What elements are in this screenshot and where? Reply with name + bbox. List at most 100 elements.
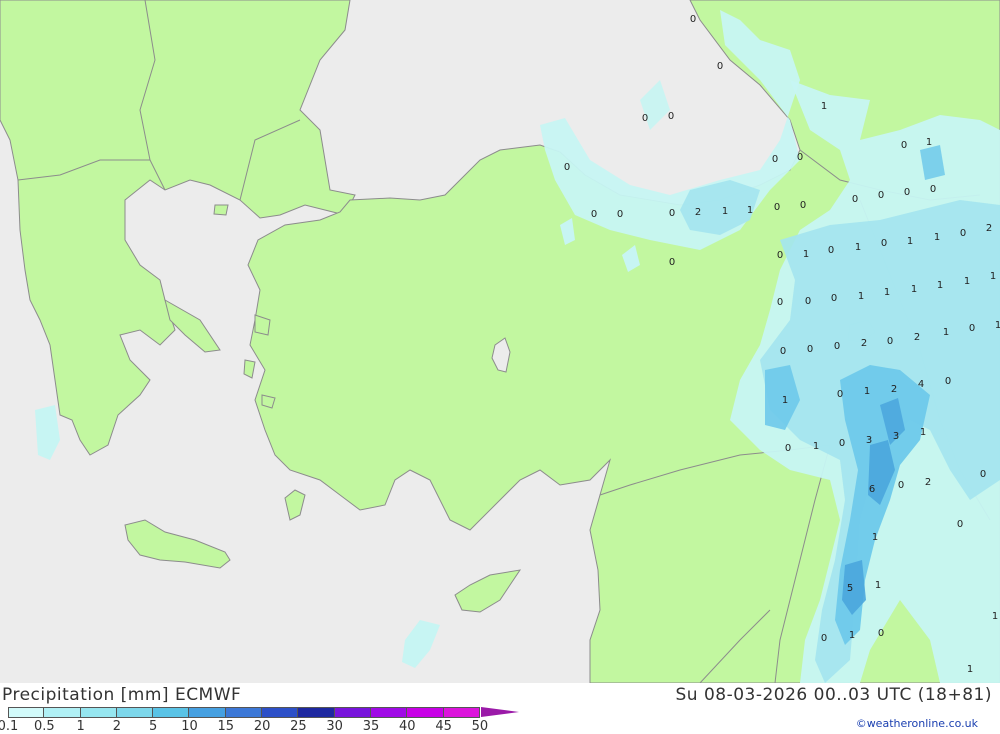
scale-arrow — [481, 707, 519, 717]
precip-value-label: 1 — [884, 287, 890, 298]
precip-value-label: 1 — [747, 205, 753, 216]
precip-value-label: 1 — [964, 276, 970, 287]
precip-value-label: 1 — [782, 395, 788, 406]
precip-value-label: 0 — [881, 238, 887, 249]
scale-swatch — [370, 707, 408, 718]
precip-value-label: 2 — [695, 207, 701, 218]
color-scale — [8, 707, 480, 718]
precipitation-map: 0 0 1 0 0 0 1 0 0 0 0 0 0 0 0 0 0 2 1 1 0 0 1 0 2 0 1 0 1 0 1 0 1 1 1 1 0 0 0 1… — [0, 0, 1000, 683]
scale-ticks: 0.1 0.5 1 2 5 10 15 20 25 30 35 40 45 50 — [0, 719, 520, 734]
scale-tick-label: 2 — [112, 719, 122, 734]
precip-value-label: 0 — [690, 14, 696, 25]
scale-tick-label: 1 — [76, 719, 85, 734]
precip-value-label: 1 — [872, 532, 878, 543]
precip-value-label: 0 — [668, 111, 674, 122]
precip-value-label: 0 — [828, 245, 834, 256]
precip-value-label: 1 — [943, 327, 949, 338]
land-thasos — [213, 204, 229, 216]
scale-tick-label: 25 — [290, 719, 307, 734]
precip-value-label: 2 — [914, 332, 920, 343]
precip-value-label: 3 — [893, 431, 899, 442]
precip-value-label: 2 — [891, 384, 897, 395]
precip-value-label: 0 — [807, 344, 813, 355]
precip-value-label: 0 — [642, 113, 648, 124]
precip-value-label: 0 — [969, 323, 975, 334]
precip-value-label: 2 — [986, 223, 992, 234]
precip-value-label: 0 — [591, 209, 597, 220]
scale-swatch — [116, 707, 154, 718]
precip-value-label: 0 — [669, 257, 675, 268]
scale-swatch — [262, 707, 299, 718]
scale-swatch — [8, 707, 45, 718]
valid-time: Su 08-03-2026 00..03 UTC (18+81) — [675, 685, 992, 705]
precip-value-label: 0 — [904, 187, 910, 198]
precip-value-label: 0 — [887, 336, 893, 347]
precip-value-label: 5 — [847, 583, 853, 594]
precip-value-label: 1 — [990, 271, 996, 282]
scale-swatch — [189, 707, 226, 718]
precip-value-label: 0 — [774, 202, 780, 213]
scale-tick-label: 5 — [149, 719, 158, 734]
precip-value-label: 0 — [960, 228, 966, 239]
scale-tick-label: 0.5 — [33, 719, 55, 734]
precip-value-label: 0 — [821, 633, 827, 644]
precip-value-label: 0 — [797, 152, 803, 163]
precip-value-label: 0 — [785, 443, 791, 454]
precip-value-label: 0 — [805, 296, 811, 307]
precip-value-label: 1 — [855, 242, 861, 253]
scale-swatch — [443, 707, 480, 718]
precip-value-label: 3 — [866, 435, 872, 446]
precip-value-label: 4 — [918, 379, 924, 390]
precip-value-label: 1 — [934, 232, 940, 243]
precip-value-label: 0 — [717, 61, 723, 72]
precip-value-label: 1 — [849, 630, 855, 641]
precip-value-label: 1 — [967, 664, 973, 675]
precip-value-label: 1 — [992, 611, 998, 622]
scale-tick-label: 0.1 — [0, 719, 19, 734]
precip-value-label: 1 — [911, 284, 917, 295]
precip-value-label: 0 — [980, 469, 986, 480]
precip-value-label: 0 — [930, 184, 936, 195]
precip-value-label: 6 — [869, 484, 875, 495]
scale-tick-label: 20 — [253, 719, 271, 734]
precip-value-label: 1 — [821, 101, 827, 112]
precip-value-label: 0 — [839, 438, 845, 449]
precip-value-label: 0 — [669, 208, 675, 219]
precip-value-label: 0 — [834, 341, 840, 352]
scale-swatch — [80, 707, 117, 718]
map-title: Precipitation [mm] ECMWF — [2, 685, 242, 705]
precip-value-label: 2 — [861, 338, 867, 349]
scale-tick-label: 50 — [471, 719, 489, 734]
precip-value-label: 0 — [777, 250, 783, 261]
precip-value-label: 1 — [858, 291, 864, 302]
scale-tick-label: 15 — [217, 719, 235, 734]
credit-link[interactable]: ©weatheronline.co.uk — [856, 717, 978, 730]
precip-value-label: 1 — [813, 441, 819, 452]
precip-value-label: 1 — [722, 206, 728, 217]
precip-value-label: 0 — [878, 628, 884, 639]
precip-value-label: 2 — [925, 477, 931, 488]
precip-value-label: 0 — [878, 190, 884, 201]
precip-value-label: 0 — [945, 376, 951, 387]
scale-swatch — [153, 707, 190, 718]
precip-value-label: 0 — [837, 389, 843, 400]
precip-value-label: 1 — [920, 427, 926, 438]
precip-value-label: 0 — [852, 194, 858, 205]
precip-value-label: 1 — [907, 236, 913, 247]
precip-value-label: 1 — [864, 386, 870, 397]
precip-value-label: 0 — [898, 480, 904, 491]
precip-value-label: 0 — [617, 209, 623, 220]
scale-tick-label: 35 — [362, 719, 380, 734]
scale-swatch — [334, 707, 371, 718]
precip-value-label: 1 — [875, 580, 881, 591]
scale-tick-label: 30 — [326, 719, 343, 734]
precip-value-label: 1 — [803, 249, 809, 260]
precip-value-label: 0 — [780, 346, 786, 357]
precip-value-label: 1 — [995, 320, 1000, 331]
scale-tick-label: 10 — [181, 719, 198, 734]
scale-swatch — [298, 707, 335, 718]
map-footer: Precipitation [mm] ECMWF Su 08-03-2026 0… — [0, 683, 1000, 734]
precip-value-label: 1 — [937, 280, 943, 291]
precip-value-label: 1 — [926, 137, 932, 148]
precip-value-label: 0 — [800, 200, 806, 211]
